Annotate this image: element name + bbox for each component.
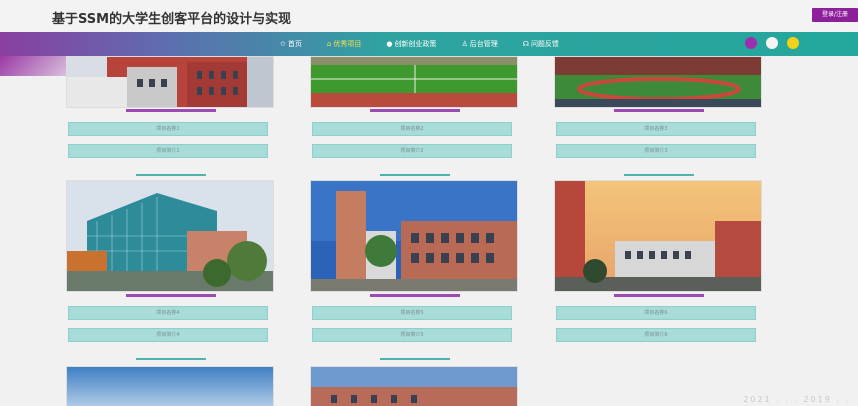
project-image: [310, 366, 518, 406]
project-name-button[interactable]: 项目名称3: [556, 122, 756, 136]
nav-label: 后台管理: [469, 40, 498, 48]
project-name-button[interactable]: 项目名称1: [68, 122, 268, 136]
project-desc-button[interactable]: 项目简介3: [556, 144, 756, 158]
project-desc-button[interactable]: 项目简介6: [556, 328, 756, 342]
project-image: [66, 366, 274, 406]
nav-item-projects[interactable]: ⌂ 优秀项目: [327, 39, 361, 49]
project-image: [66, 56, 274, 108]
project-image: [554, 180, 762, 292]
theme-dot-white[interactable]: [766, 37, 778, 49]
site-title: 基于SSM的大学生创客平台的设计与实现: [52, 12, 292, 27]
project-name-button[interactable]: 项目名称5: [312, 306, 512, 320]
nav-label: 创新创业政策: [394, 40, 437, 48]
watermark: 2021 . . . 2019 . .: [743, 395, 850, 404]
nav-item-feedback[interactable]: ☊ 问题反馈: [523, 39, 559, 49]
login-button[interactable]: 登录/注册: [812, 8, 858, 22]
nav-item-admin[interactable]: ♙ 后台管理: [461, 39, 497, 49]
project-desc-button[interactable]: 项目简介5: [312, 328, 512, 342]
project-desc-button[interactable]: 项目简介2: [312, 144, 512, 158]
nav-label: 优秀项目: [333, 40, 362, 48]
project-image: [310, 180, 518, 292]
top-bar: 基于SSM的大学生创客平台的设计与实现 登录/注册: [0, 0, 858, 32]
project-image: [66, 180, 274, 292]
project-image: [554, 56, 762, 108]
project-desc-button[interactable]: 项目简介4: [68, 328, 268, 342]
theme-dot-purple[interactable]: [745, 37, 757, 49]
feedback-icon: ☊: [522, 40, 529, 48]
project-name-button[interactable]: 项目名称2: [312, 122, 512, 136]
circle-icon: ●: [386, 40, 393, 48]
nav-label: 首页: [287, 40, 302, 48]
theme-dot-yellow[interactable]: [787, 37, 799, 49]
project-name-button[interactable]: 项目名称4: [68, 306, 268, 320]
nav-label: 问题反馈: [530, 40, 559, 48]
project-desc-button[interactable]: 项目简介1: [68, 144, 268, 158]
project-name-button[interactable]: 项目名称6: [556, 306, 756, 320]
user-icon: ♙: [461, 40, 468, 48]
project-image: [310, 56, 518, 108]
nav-item-policy[interactable]: ● 创新创业政策: [386, 39, 436, 49]
home-icon: ⌂: [326, 40, 332, 48]
nav-bar: ✩ 首页 ⌂ 优秀项目 ● 创新创业政策 ♙ 后台管理 ☊ 问题反馈: [0, 32, 858, 76]
nav-item-home[interactable]: ✩ 首页: [280, 39, 302, 49]
star-icon: ✩: [280, 40, 286, 48]
